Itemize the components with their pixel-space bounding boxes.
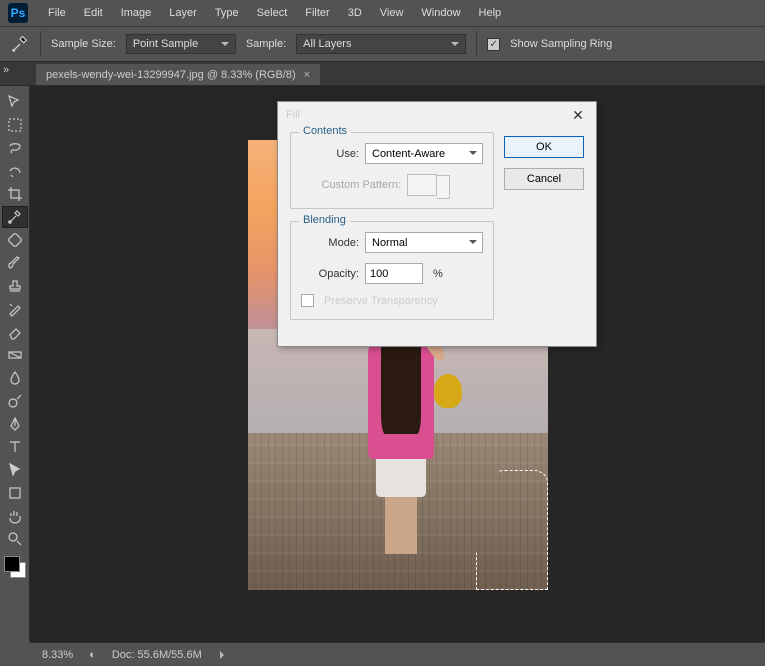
type-tool[interactable] xyxy=(2,436,28,458)
sample-size-select[interactable]: Point Sample xyxy=(126,34,236,54)
menu-filter[interactable]: Filter xyxy=(297,3,337,23)
move-tool[interactable] xyxy=(2,91,28,113)
doc-size: Doc: 55.6M/55.6M xyxy=(112,649,202,661)
shape-tool[interactable] xyxy=(2,482,28,504)
menu-select[interactable]: Select xyxy=(249,3,296,23)
menu-edit[interactable]: Edit xyxy=(76,3,111,23)
sample-size-label: Sample Size: xyxy=(51,38,116,50)
path-select-tool[interactable] xyxy=(2,459,28,481)
lasso-tool[interactable] xyxy=(2,137,28,159)
eyedropper-icon[interactable] xyxy=(10,33,30,55)
menubar: Ps File Edit Image Layer Type Select Fil… xyxy=(0,0,765,26)
document-tab-title: pexels-wendy-wei-13299947.jpg @ 8.33% (R… xyxy=(46,69,296,81)
preserve-transparency-checkbox[interactable] xyxy=(301,294,314,307)
menu-help[interactable]: Help xyxy=(471,3,510,23)
blur-tool[interactable] xyxy=(2,367,28,389)
pattern-swatch xyxy=(407,174,437,196)
color-swatches[interactable] xyxy=(4,556,26,578)
status-bar: 8.33% ◐ Doc: 55.6M/55.6M xyxy=(30,642,765,666)
contents-fieldset: Contents Use: Content-Aware Custom Patte… xyxy=(290,132,494,209)
marquee-tool[interactable] xyxy=(2,114,28,136)
zoom-tool[interactable] xyxy=(2,528,28,550)
opacity-label: Opacity: xyxy=(301,268,359,280)
app-logo: Ps xyxy=(8,3,28,23)
mode-label: Mode: xyxy=(301,237,359,249)
show-ring-label: Show Sampling Ring xyxy=(510,38,612,50)
menu-type[interactable]: Type xyxy=(207,3,247,23)
status-menu-icon[interactable] xyxy=(220,651,228,659)
menu-file[interactable]: File xyxy=(40,3,74,23)
toolbox xyxy=(0,86,30,642)
dialog-title: Fill xyxy=(286,109,300,121)
stamp-tool[interactable] xyxy=(2,275,28,297)
hand-tool[interactable] xyxy=(2,505,28,527)
show-ring-checkbox[interactable]: ✓ xyxy=(487,38,500,51)
divider xyxy=(476,31,477,57)
sample-select[interactable]: All Layers xyxy=(296,34,466,54)
eraser-tool[interactable] xyxy=(2,321,28,343)
ok-button[interactable]: OK xyxy=(504,136,584,158)
menu-window[interactable]: Window xyxy=(413,3,468,23)
brush-tool[interactable] xyxy=(2,252,28,274)
dodge-tool[interactable] xyxy=(2,390,28,412)
percent-label: % xyxy=(433,268,443,280)
divider xyxy=(40,31,41,57)
zoom-slider-icon[interactable]: ◐ xyxy=(89,649,96,661)
pattern-label: Custom Pattern: xyxy=(301,179,401,191)
blending-fieldset: Blending Mode: Normal Opacity: % Preserv… xyxy=(290,221,494,320)
quick-select-tool[interactable] xyxy=(2,160,28,182)
menu-3d[interactable]: 3D xyxy=(340,3,370,23)
heal-tool[interactable] xyxy=(2,229,28,251)
mode-select[interactable]: Normal xyxy=(365,232,483,253)
document-tabs: pexels-wendy-wei-13299947.jpg @ 8.33% (R… xyxy=(0,62,765,86)
fg-color[interactable] xyxy=(4,556,20,572)
eyedropper-tool[interactable] xyxy=(2,206,28,228)
options-bar: Sample Size: Point Sample Sample: All La… xyxy=(0,26,765,62)
cancel-button[interactable]: Cancel xyxy=(504,168,584,190)
preserve-transparency-label: Preserve Transparency xyxy=(324,295,438,307)
gradient-tool[interactable] xyxy=(2,344,28,366)
history-brush-tool[interactable] xyxy=(2,298,28,320)
close-icon[interactable]: ✕ xyxy=(568,105,588,125)
toolbar-collapse[interactable]: » xyxy=(0,60,12,80)
use-select[interactable]: Content-Aware xyxy=(365,143,483,164)
opacity-input[interactable] xyxy=(365,263,423,284)
menu-view[interactable]: View xyxy=(372,3,412,23)
document-tab[interactable]: pexels-wendy-wei-13299947.jpg @ 8.33% (R… xyxy=(36,64,320,85)
close-tab-icon[interactable]: × xyxy=(304,69,310,81)
zoom-level[interactable]: 8.33% xyxy=(42,649,73,661)
menu-image[interactable]: Image xyxy=(113,3,160,23)
blending-legend: Blending xyxy=(299,214,350,226)
sample-label: Sample: xyxy=(246,38,286,50)
pen-tool[interactable] xyxy=(2,413,28,435)
menu-layer[interactable]: Layer xyxy=(161,3,205,23)
fill-dialog: Fill ✕ Contents Use: Content-Aware Custo… xyxy=(277,101,597,347)
use-label: Use: xyxy=(301,148,359,160)
crop-tool[interactable] xyxy=(2,183,28,205)
contents-legend: Contents xyxy=(299,125,351,137)
